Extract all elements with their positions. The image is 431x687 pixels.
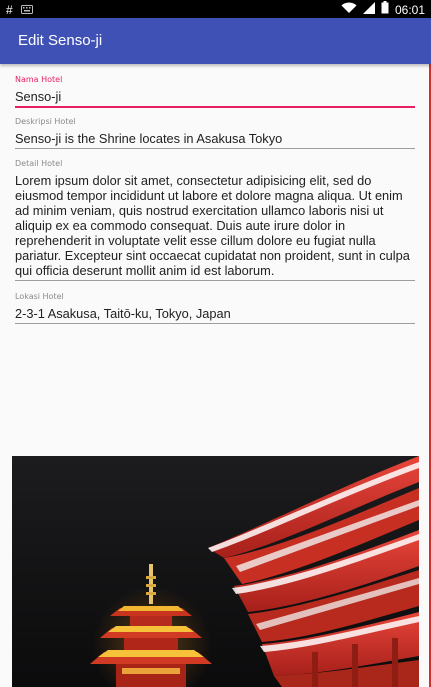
detail-hotel-field[interactable]: Detail Hotel Lorem ipsum dolor sit amet,… [15,159,415,281]
signal-icon [362,1,375,19]
deskripsi-hotel-field[interactable]: Deskripsi Hotel Senso-ji is the Shrine l… [15,117,415,149]
nama-hotel-input[interactable]: Senso-ji [15,89,415,106]
detail-hotel-input[interactable]: Lorem ipsum dolor sit amet, consectetur … [15,173,415,280]
detail-hotel-underline [15,280,415,281]
keyboard-icon [20,1,33,19]
nama-hotel-underline [15,106,415,108]
hotel-photo [12,456,419,687]
status-bar: # 06:01 [0,0,431,18]
app-bar: Edit Senso-ji [0,18,431,64]
battery-icon [381,1,389,19]
lokasi-hotel-input[interactable]: 2-3-1 Asakusa, Taitō-ku, Tokyo, Japan [15,306,415,323]
wifi-icon [341,1,357,19]
detail-hotel-label: Detail Hotel [15,159,63,168]
status-time: 06:01 [394,3,425,17]
deskripsi-hotel-underline [15,148,415,149]
page-title: Edit Senso-ji [18,32,103,49]
hash-icon: # [6,3,13,17]
lokasi-hotel-field[interactable]: Lokasi Hotel 2-3-1 Asakusa, Taitō-ku, To… [15,292,415,324]
deskripsi-hotel-label: Deskripsi Hotel [15,117,76,126]
deskripsi-hotel-input[interactable]: Senso-ji is the Shrine locates in Asakus… [15,131,415,148]
nama-hotel-field[interactable]: Nama Hotel Senso-ji [15,75,415,108]
nama-hotel-label: Nama Hotel [15,75,63,84]
lokasi-hotel-underline [15,323,415,324]
lokasi-hotel-label: Lokasi Hotel [15,292,64,301]
